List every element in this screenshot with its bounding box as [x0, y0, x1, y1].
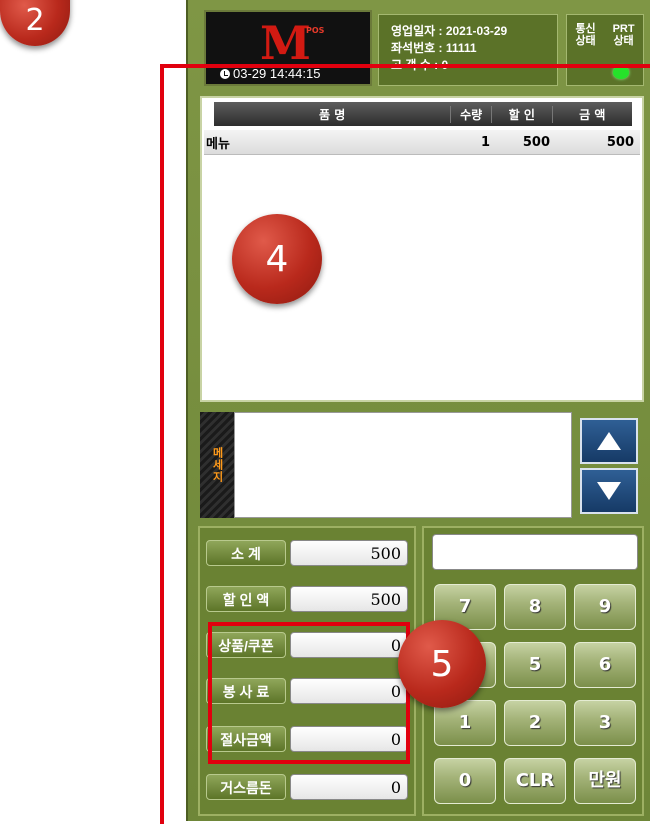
seat-number: 좌석번호 : 11111 [391, 41, 477, 55]
business-date: 영업일자 : 2021-03-29 [391, 24, 508, 38]
printer-status-label: PRT 상태 [612, 23, 635, 47]
comm-status-label: 통신 상태 [575, 23, 596, 47]
annotation-box-5 [208, 622, 410, 764]
logo-superscript: POS [306, 26, 325, 35]
step-badge-2: 2 [0, 0, 70, 46]
step-badge-5: 5 [398, 620, 486, 708]
step-badge-4: 4 [232, 214, 322, 304]
logo-letter: M [260, 16, 311, 70]
